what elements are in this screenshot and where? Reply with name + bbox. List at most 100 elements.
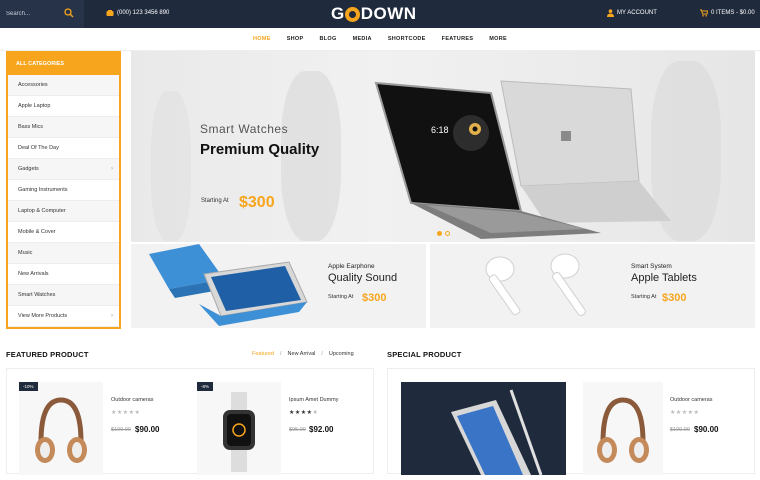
featured-tabs: Featured / New Arrival / Upcoming: [252, 351, 354, 357]
product-price: $92.00: [309, 425, 334, 434]
headphones-image: [35, 397, 87, 463]
category-item[interactable]: Gadgets ›: [8, 159, 119, 180]
category-label: Gaming Instruments: [18, 187, 68, 193]
category-item[interactable]: Apple Laptop: [8, 96, 119, 117]
category-item[interactable]: Gaming Instruments: [8, 180, 119, 201]
phone-contact: (000) 123 3456 890: [106, 9, 169, 17]
featured-title: FEATURED PRODUCT: [6, 350, 89, 359]
slider-dot[interactable]: [437, 231, 442, 236]
earphones-image: [485, 253, 586, 317]
tab-separator: /: [321, 351, 323, 357]
product-image: -10%: [19, 382, 103, 475]
category-label: Gadgets: [18, 166, 39, 172]
nav-more[interactable]: MORE: [481, 28, 515, 50]
rating-stars: ★★★★★: [111, 410, 141, 416]
rating-stars: ★★★★★: [670, 410, 700, 416]
category-label: Bass Mics: [18, 124, 44, 130]
category-label: Apple Laptop: [18, 103, 51, 109]
banner-tablets[interactable]: Smart System Apple Tablets Starting At $…: [430, 244, 755, 328]
special-title: SPECIAL PRODUCT: [387, 350, 462, 359]
search-icon[interactable]: [64, 8, 74, 18]
search-input[interactable]: [6, 7, 62, 21]
svg-text:6:18: 6:18: [431, 125, 449, 135]
tab-separator: /: [280, 351, 282, 357]
hero-title: Premium Quality: [200, 141, 320, 158]
logo-g: G: [331, 4, 345, 23]
main-nav: HOME SHOP BLOG MEDIA SHORTCODE FEATURES …: [0, 28, 760, 50]
product-price: $90.00: [694, 425, 719, 434]
rating-stars-empty: ★: [312, 410, 319, 416]
phone-number: (000) 123 3456 890: [117, 10, 170, 16]
background-figure: [151, 91, 191, 241]
banner-subtitle: Smart System: [631, 263, 672, 270]
rating-stars: ★★★★★: [289, 409, 318, 416]
nav-shop[interactable]: SHOP: [279, 28, 312, 50]
category-item[interactable]: Deal Of The Day: [8, 138, 119, 159]
banner-earphone[interactable]: Apple Earphone Quality Sound Starting At…: [131, 244, 426, 328]
hero-subtitle: Smart Watches: [200, 122, 289, 136]
cart-link[interactable]: 0 ITEMS - $0.00: [700, 9, 755, 17]
logo-o-icon: [345, 6, 361, 22]
old-price: $100.00: [111, 427, 131, 433]
nav-shortcode[interactable]: SHORTCODE: [380, 28, 434, 50]
product-name[interactable]: Outdoor cameras: [670, 397, 713, 403]
category-item[interactable]: Laptop & Computer: [8, 201, 119, 222]
category-item[interactable]: New Arrivals: [8, 264, 119, 285]
category-label: Mobile & Cover: [18, 229, 56, 235]
old-price: $95.00: [289, 427, 306, 433]
cart-icon: [700, 9, 708, 17]
discount-badge: -8%: [197, 382, 214, 391]
category-item[interactable]: Music: [8, 243, 119, 264]
category-menu: ALL CATEGORIES Accessories Apple Laptop …: [6, 51, 121, 329]
special-product-card[interactable]: Outdoor cameras ★★★★★ $100.00 $90.00: [387, 368, 755, 475]
slider-dot[interactable]: [445, 231, 450, 236]
chevron-right-icon: ›: [111, 313, 113, 319]
product-image: [583, 382, 663, 475]
top-bar: (000) 123 3456 890 G DOWN MY ACCOUNT 0 IT…: [0, 0, 760, 28]
banner-starting-label: Starting At: [631, 294, 657, 300]
user-icon: [607, 9, 614, 17]
nav-features[interactable]: FEATURES: [434, 28, 482, 50]
category-label: New Arrivals: [18, 271, 49, 277]
product-card[interactable]: -10% Outdoor cameras ★★★★★ $100.00 $90.0…: [6, 368, 374, 475]
banner-subtitle: Apple Earphone: [328, 263, 375, 270]
category-item[interactable]: Accessories: [8, 75, 119, 96]
logo[interactable]: G DOWN: [331, 4, 417, 24]
laptop-tablet-image: 6:18: [374, 80, 671, 239]
tab-featured[interactable]: Featured: [252, 351, 274, 357]
headphones-image: [597, 397, 649, 463]
category-menu-title[interactable]: ALL CATEGORIES: [8, 53, 119, 75]
category-item[interactable]: Mobile & Cover: [8, 222, 119, 243]
product-price: $90.00: [135, 425, 160, 434]
rating-stars-filled: ★★★★: [289, 410, 313, 416]
category-label: Music: [18, 250, 33, 256]
banner-title: Apple Tablets: [631, 272, 697, 284]
banner-starting-label: Starting At: [328, 294, 354, 300]
tab-upcoming[interactable]: Upcoming: [329, 351, 354, 357]
nav-media[interactable]: MEDIA: [345, 28, 380, 50]
product-image: -8%: [197, 382, 281, 475]
category-label: Laptop & Computer: [18, 208, 66, 214]
smartwatch-image: [223, 392, 255, 472]
banner-title: Quality Sound: [328, 272, 398, 284]
tablet-image: [149, 244, 308, 326]
my-account-link[interactable]: MY ACCOUNT: [607, 9, 657, 17]
nav-blog[interactable]: BLOG: [311, 28, 344, 50]
cart-summary: 0 ITEMS - $0.00: [711, 10, 755, 16]
category-item[interactable]: Smart Watches: [8, 285, 119, 306]
slider-dots: [437, 231, 450, 236]
product-name[interactable]: Outdoor cameras: [111, 397, 154, 403]
category-label: Deal Of The Day: [18, 145, 59, 151]
account-label: MY ACCOUNT: [617, 10, 657, 16]
tab-new-arrival[interactable]: New Arrival: [288, 351, 316, 357]
chevron-right-icon: ›: [111, 166, 113, 172]
hero-starting-label: Starting At: [201, 198, 229, 204]
hero-slider[interactable]: Smart Watches Premium Quality Starting A…: [131, 51, 755, 242]
nav-home[interactable]: HOME: [245, 28, 279, 50]
discount-badge: -10%: [19, 382, 38, 391]
product-name[interactable]: Ipsum Amet Dummy: [289, 397, 339, 403]
category-label: View More Products: [18, 313, 68, 319]
category-item[interactable]: Bass Mics: [8, 117, 119, 138]
category-item[interactable]: View More Products ›: [8, 306, 119, 327]
banner-price: $300: [662, 292, 687, 304]
